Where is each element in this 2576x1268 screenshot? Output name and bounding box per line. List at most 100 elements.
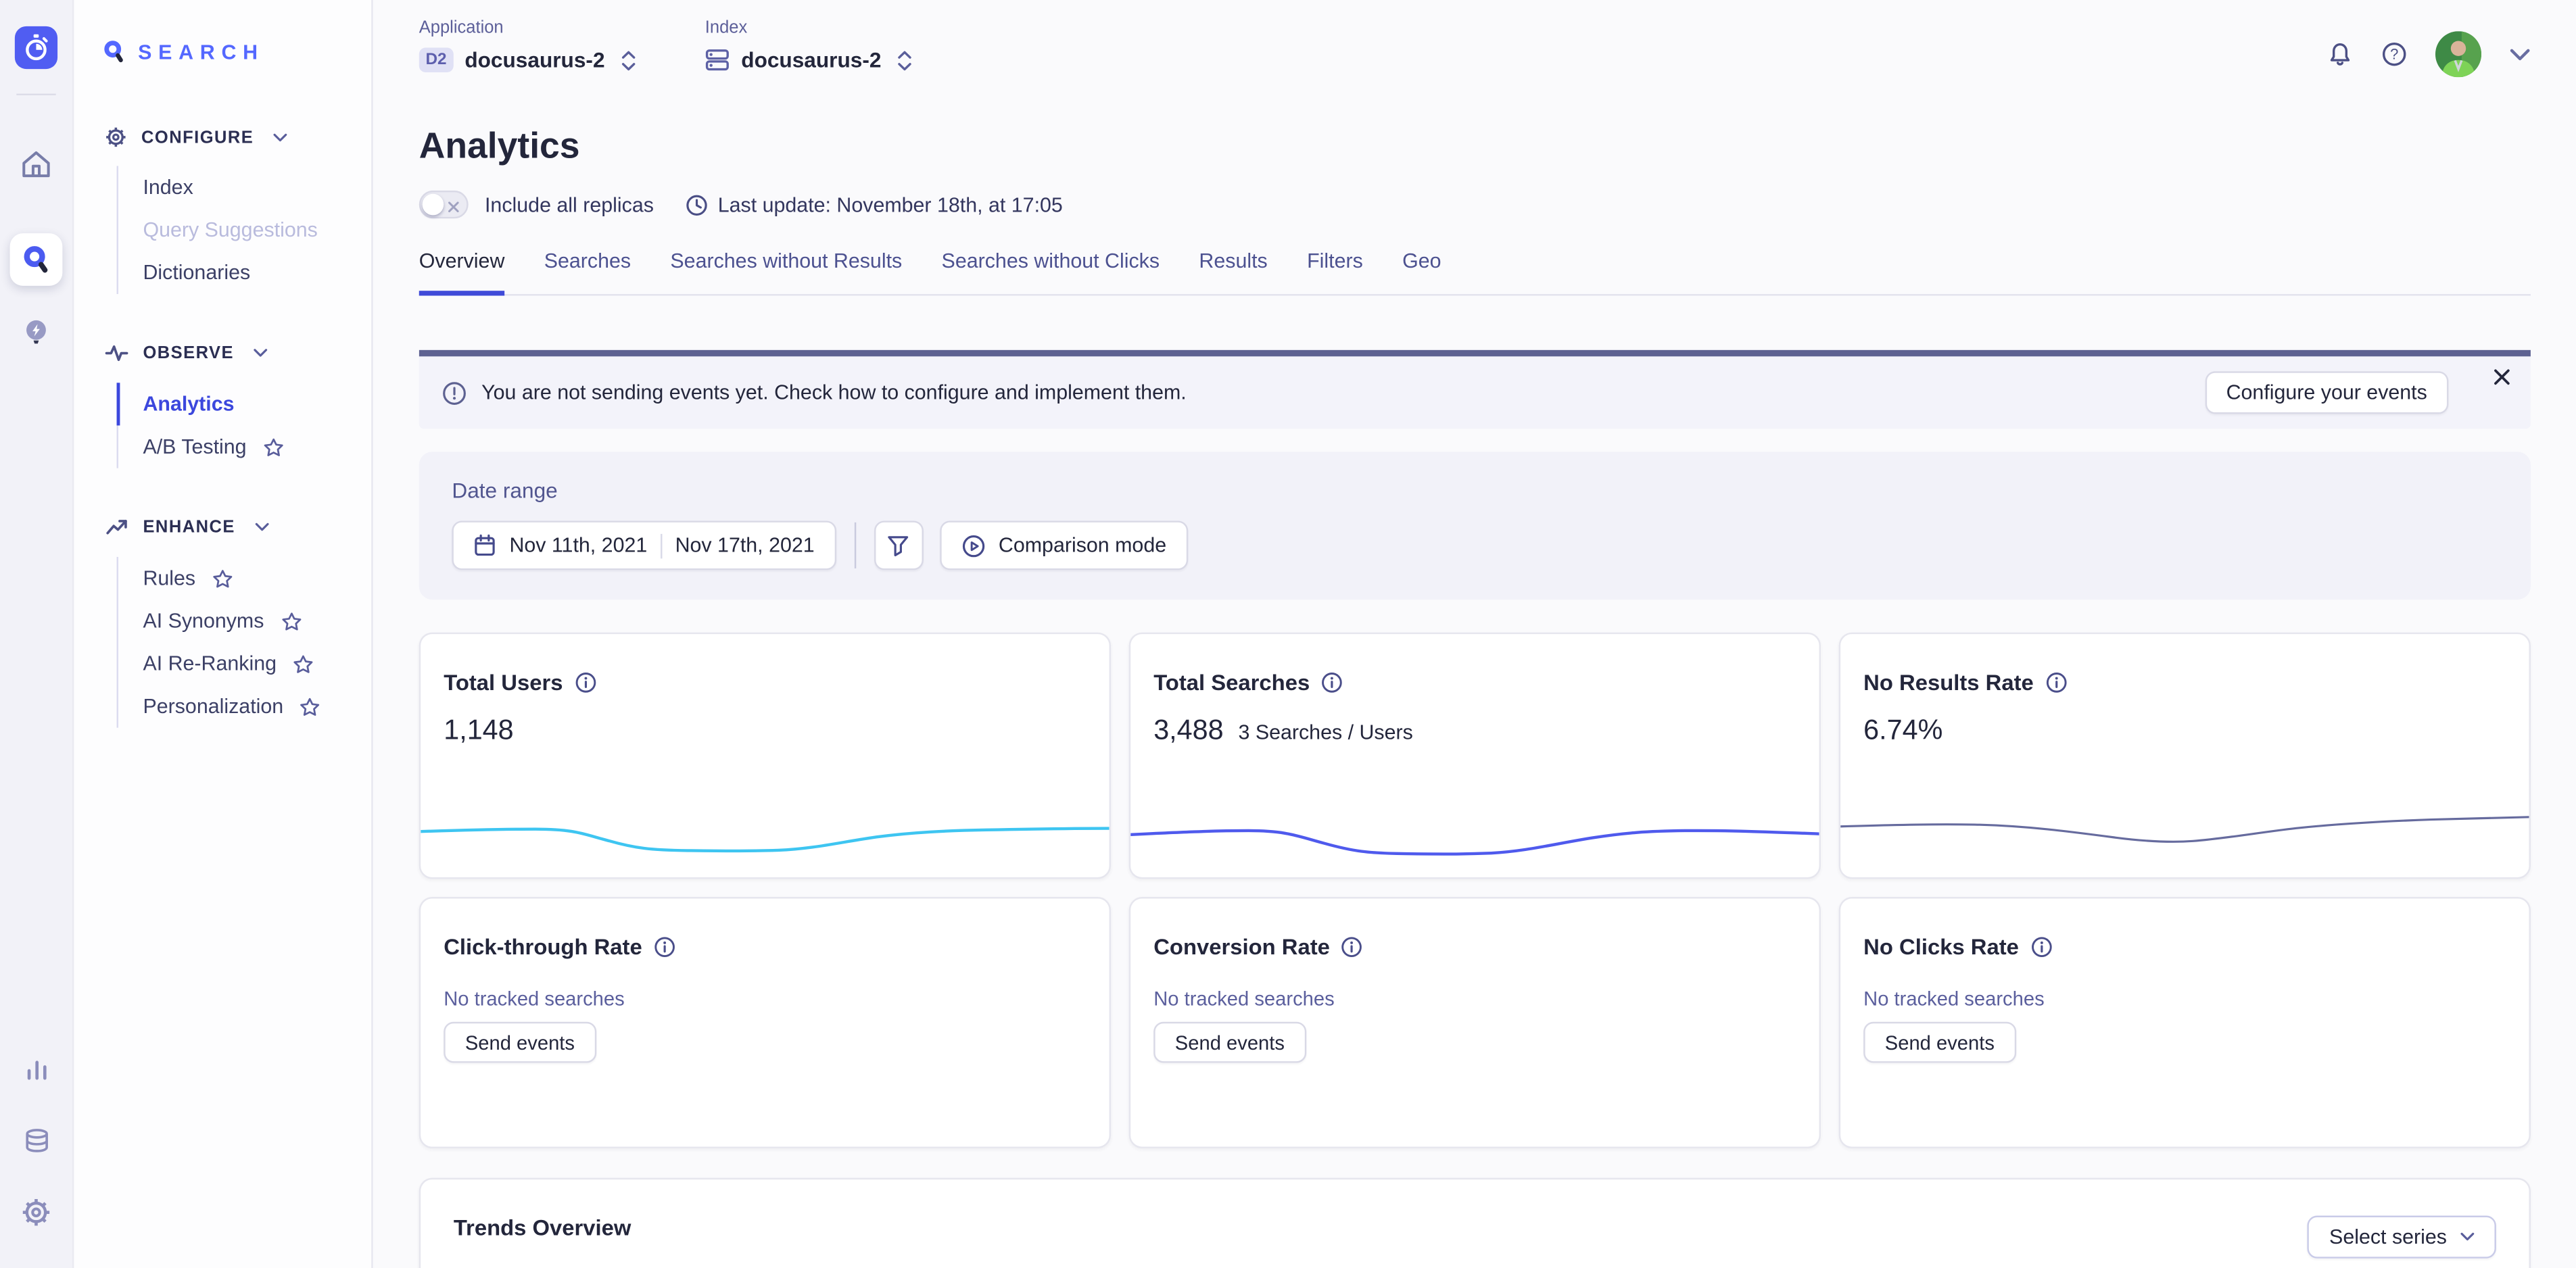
info-icon[interactable]	[2045, 672, 2067, 693]
comparison-mode-button[interactable]: Comparison mode	[939, 520, 1187, 570]
card-title: Click-through Rate	[444, 935, 642, 959]
tab-filters[interactable]: Filters	[1307, 249, 1363, 294]
metric-cards-row-2: Click-through Rate No tracked searches S…	[419, 897, 2531, 1148]
sidebar-item-rules[interactable]: Rules	[118, 557, 371, 600]
date-range-button[interactable]: Nov 11th, 2021 Nov 17th, 2021	[452, 520, 836, 570]
send-events-button[interactable]: Send events	[1153, 1022, 1306, 1063]
search-icon	[20, 244, 51, 275]
screen: SEARCH CONFIGURE Index	[0, 0, 2576, 1268]
section-head-configure[interactable]: CONFIGURE	[74, 126, 371, 148]
close-icon[interactable]	[2493, 368, 2511, 386]
help-icon[interactable]: ?	[2381, 41, 2408, 68]
sidebar-item-query-suggestions[interactable]: Query Suggestions	[118, 209, 371, 251]
app-logo-tile[interactable]	[15, 26, 57, 69]
database-icon	[22, 1126, 50, 1154]
filter-button[interactable]	[874, 520, 923, 570]
sidebar-item-dictionaries[interactable]: Dictionaries	[118, 251, 371, 294]
application-value: docusaurus-2	[464, 47, 604, 72]
home-icon	[18, 146, 54, 182]
logo-text: SEARCH	[138, 41, 264, 64]
tab-searches-without-clicks[interactable]: Searches without Clicks	[942, 249, 1160, 294]
sidebar-item-analytics[interactable]: Analytics	[116, 383, 371, 425]
date-end: Nov 17th, 2021	[675, 534, 815, 557]
rail-usage-button[interactable]	[10, 1042, 63, 1094]
configure-events-button[interactable]: Configure your events	[2205, 371, 2448, 414]
tab-searches[interactable]: Searches	[544, 249, 631, 294]
send-events-button[interactable]: Send events	[1863, 1022, 2016, 1063]
last-update: Last update: November 18th, at 17:05	[685, 193, 1063, 216]
info-icon[interactable]	[654, 936, 675, 958]
topbar-actions: ?	[2327, 31, 2531, 77]
sidebar-item-personalization[interactable]: Personalization	[118, 685, 371, 728]
tab-overview[interactable]: Overview	[419, 249, 505, 295]
send-events-button[interactable]: Send events	[444, 1022, 596, 1063]
info-icon[interactable]	[1341, 936, 1363, 958]
star-icon	[300, 696, 321, 717]
trends-overview-card: Trends Overview Select series	[419, 1178, 2531, 1268]
index-icon	[705, 47, 730, 72]
sidebar-item-label: AI Synonyms	[143, 610, 264, 633]
tab-searches-without-results[interactable]: Searches without Results	[670, 249, 902, 294]
application-selector[interactable]: Application D2 docusaurus-2	[419, 18, 636, 72]
chevron-updown-icon	[898, 49, 913, 72]
header-meta: Include all replicas Last update: Novemb…	[419, 191, 2531, 218]
section-head-observe[interactable]: OBSERVE	[74, 342, 371, 365]
nav-section-enhance: ENHANCE Rules AI Synonyms AI R	[74, 516, 371, 728]
include-replicas-toggle[interactable]	[419, 191, 469, 218]
sidebar-item-label: A/B Testing	[143, 435, 246, 458]
sidebar-nav: CONFIGURE Index Query Suggestions Dictio…	[74, 126, 371, 728]
chevron-down-icon[interactable]	[2509, 47, 2531, 62]
date-range-panel: Date range Nov 11th, 2021 Nov 17th, 2021	[419, 452, 2531, 600]
select-series-button[interactable]: Select series	[2308, 1216, 2496, 1259]
total-searches-value: 3,488	[1153, 714, 1223, 748]
sidebar-item-ab-testing[interactable]: A/B Testing	[118, 425, 371, 468]
topbar: Application D2 docusaurus-2 Index	[419, 0, 2531, 97]
card-title: Conversion Rate	[1153, 935, 1330, 959]
metric-cards-row-1: Total Users 1,148 Total Searches	[419, 633, 2531, 879]
date-range-label: Date range	[452, 478, 2498, 502]
sub-list-configure: Index Query Suggestions Dictionaries	[117, 166, 372, 294]
chevron-down-icon	[254, 348, 268, 358]
lightbulb-flash-icon	[22, 316, 51, 347]
no-results-rate-sparkline	[1840, 785, 2529, 861]
star-icon	[293, 653, 314, 675]
chevron-down-icon	[255, 522, 270, 533]
rail-recommend-button[interactable]	[10, 306, 63, 358]
date-separator	[661, 533, 662, 558]
index-selector[interactable]: Index docusaurus-2	[705, 18, 913, 72]
clock-icon	[685, 193, 708, 216]
date-range-controls: Nov 11th, 2021 Nov 17th, 2021 Comparison	[452, 520, 2498, 570]
index-label: Index	[705, 18, 913, 38]
rail-settings-button[interactable]	[10, 1186, 63, 1239]
info-icon[interactable]	[1321, 672, 1343, 693]
rail-home-button[interactable]	[10, 138, 63, 191]
no-results-rate-value: 6.74%	[1863, 714, 1942, 748]
section-head-enhance[interactable]: ENHANCE	[74, 516, 371, 539]
chevron-updown-icon	[621, 49, 636, 72]
sidebar-item-label: Analytics	[143, 393, 234, 416]
sidebar-item-ai-synonyms[interactable]: AI Synonyms	[118, 600, 371, 642]
gear-icon	[105, 126, 127, 148]
no-tracked-searches-text: No tracked searches	[1863, 987, 2506, 1010]
date-start: Nov 11th, 2021	[509, 534, 647, 557]
gear-icon	[22, 1198, 51, 1227]
user-avatar[interactable]	[2435, 31, 2481, 77]
sub-list-observe: Analytics A/B Testing	[117, 383, 372, 468]
sidebar-item-ai-re-ranking[interactable]: AI Re-Ranking	[118, 642, 371, 685]
sidebar-item-index[interactable]: Index	[118, 166, 371, 208]
bell-icon[interactable]	[2327, 41, 2354, 68]
section-label: OBSERVE	[143, 343, 234, 363]
rail-search-button[interactable]	[10, 233, 63, 286]
sidebar-item-label: Rules	[143, 567, 195, 590]
main-content: Application D2 docusaurus-2 Index	[373, 0, 2576, 1268]
info-icon[interactable]	[575, 672, 596, 693]
conversion-rate-card: Conversion Rate No tracked searches Send…	[1129, 897, 1821, 1148]
star-icon	[281, 610, 302, 632]
info-icon[interactable]	[2030, 936, 2052, 958]
star-icon	[263, 436, 285, 458]
tab-geo[interactable]: Geo	[1402, 249, 1441, 294]
no-clicks-rate-card: No Clicks Rate No tracked searches Send …	[1839, 897, 2531, 1148]
rail-data-button[interactable]	[10, 1114, 63, 1167]
tab-results[interactable]: Results	[1199, 249, 1267, 294]
search-product-logo[interactable]: SEARCH	[74, 0, 371, 64]
